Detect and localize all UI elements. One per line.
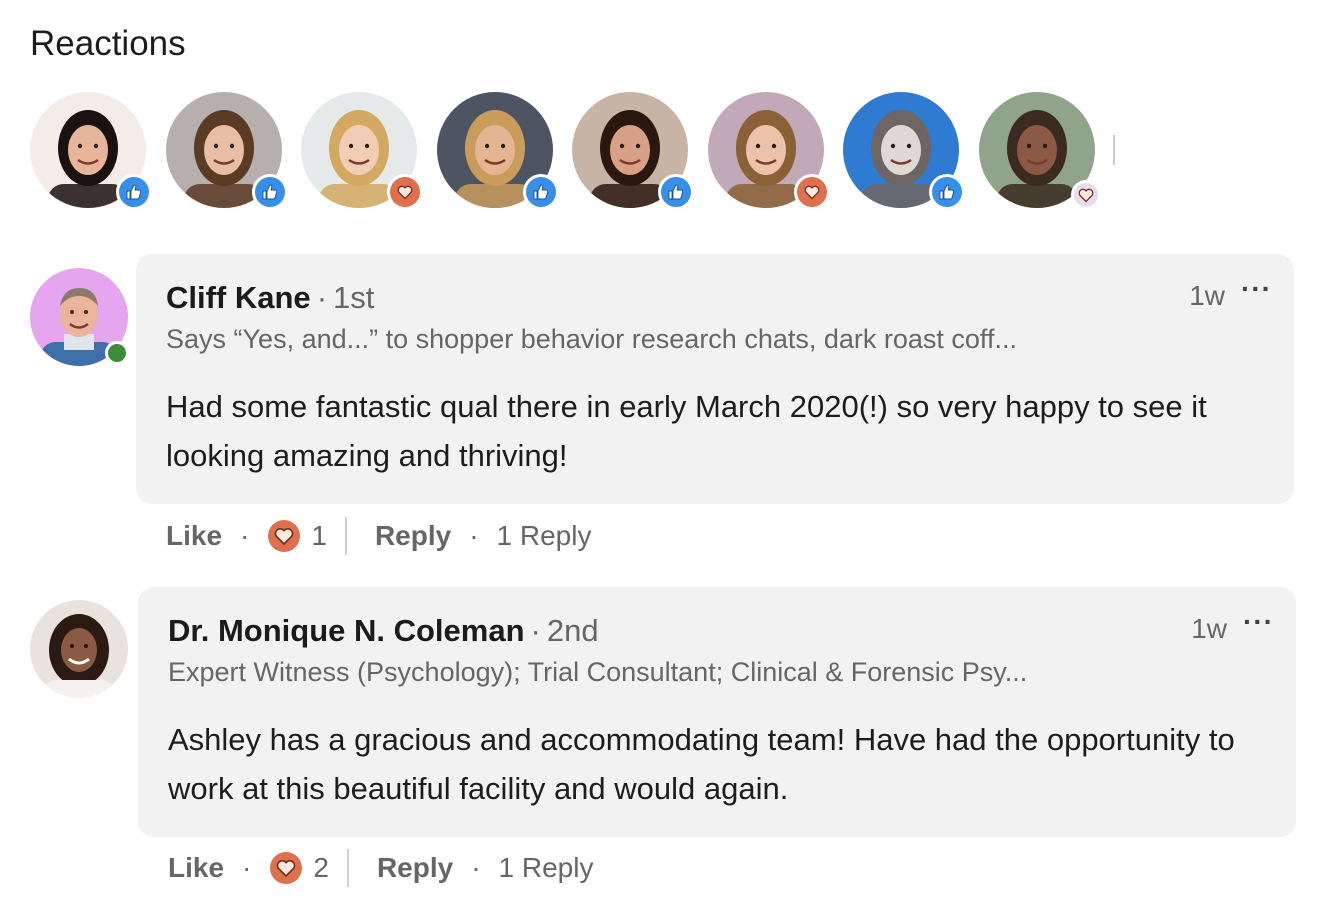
action-divider — [344, 517, 347, 555]
author-name[interactable]: Cliff Kane — [166, 280, 311, 315]
heart-reaction-icon — [794, 174, 830, 210]
reactor-avatar[interactable] — [708, 92, 830, 210]
comment-time: 1w — [1191, 613, 1228, 644]
author-name[interactable]: Dr. Monique N. Coleman — [168, 613, 525, 648]
reactor-avatar[interactable] — [301, 92, 423, 210]
avatar[interactable] — [30, 600, 128, 698]
reactor-avatar[interactable] — [166, 92, 288, 210]
comment-actions: Like · 1 Reply · 1 Reply — [166, 516, 591, 556]
like-reaction-icon — [252, 174, 288, 210]
like-reaction-icon — [658, 174, 694, 210]
reaction-count[interactable]: 1 — [311, 520, 327, 552]
reactor-avatar[interactable] — [572, 92, 694, 210]
heart-reaction-icon[interactable] — [269, 851, 303, 885]
reactor-avatar[interactable] — [843, 92, 965, 210]
connection-degree: 1st — [333, 280, 375, 315]
comment-actions: Like · 2 Reply · 1 Reply — [168, 848, 593, 888]
separator-dot: · — [242, 852, 252, 883]
heart-reaction-icon — [387, 174, 423, 210]
like-button[interactable]: Like — [166, 520, 222, 552]
reactor-avatar[interactable] — [30, 92, 152, 210]
like-reaction-icon — [116, 174, 152, 210]
reactions-title: Reactions — [30, 24, 186, 63]
reactors-divider — [1113, 135, 1115, 165]
comment-text: Had some fantastic qual there in early M… — [166, 389, 1207, 473]
comment-meta: 1w ··· — [1189, 275, 1272, 312]
like-reaction-icon — [523, 174, 559, 210]
reaction-count[interactable]: 2 — [313, 852, 329, 884]
author-headline: Says “Yes, and...” to shopper behavior r… — [166, 324, 1017, 354]
separator-dot: · — [471, 852, 481, 883]
replies-link[interactable]: 1 Reply — [497, 520, 592, 552]
like-button[interactable]: Like — [168, 852, 224, 884]
reactor-avatar[interactable] — [979, 92, 1101, 210]
comment-bubble: Dr. Monique N. Coleman · 2nd 1w ··· Expert… — [138, 587, 1296, 837]
more-options-icon[interactable]: ··· — [1243, 608, 1274, 636]
separator-dot: · — [469, 520, 479, 551]
reactor-avatar[interactable] — [437, 92, 559, 210]
comment-bubble: Cliff Kane · 1st 1w ··· Says “Yes, and...”… — [136, 254, 1294, 504]
online-status-icon — [105, 341, 129, 365]
reply-button[interactable]: Reply — [377, 852, 453, 884]
heart-reaction-icon — [1071, 180, 1101, 210]
more-options-icon[interactable]: ··· — [1241, 275, 1272, 303]
comment-text: Ashley has a gracious and accommodating … — [168, 722, 1235, 806]
author-headline: Expert Witness (Psychology); Trial Consu… — [168, 657, 1028, 687]
connection-degree: 2nd — [546, 613, 599, 648]
comment-meta: 1w ··· — [1191, 608, 1274, 645]
like-reaction-icon — [929, 174, 965, 210]
separator-dot: · — [316, 280, 328, 315]
separator-dot: · — [240, 520, 250, 551]
reply-button[interactable]: Reply — [375, 520, 451, 552]
avatar-image — [30, 600, 128, 698]
author-line: Cliff Kane · 1st — [166, 280, 374, 316]
replies-link[interactable]: 1 Reply — [499, 852, 594, 884]
heart-reaction-icon[interactable] — [267, 519, 301, 553]
reactors-list — [30, 92, 1130, 210]
action-divider — [346, 849, 349, 887]
separator-dot: · — [530, 613, 541, 648]
author-line: Dr. Monique N. Coleman · 2nd — [168, 613, 599, 649]
comment-time: 1w — [1189, 280, 1226, 311]
